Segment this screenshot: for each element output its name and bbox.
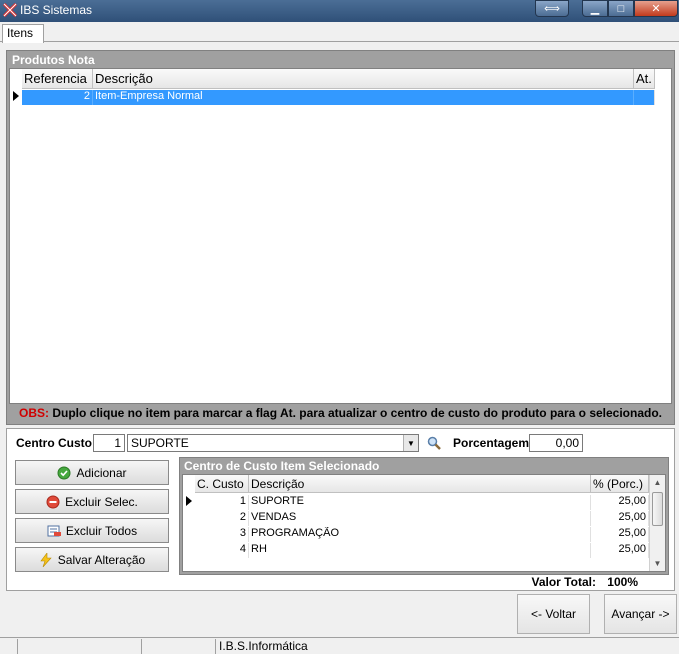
row-codigo: 4 bbox=[195, 543, 249, 558]
avancar-button[interactable]: Avançar -> bbox=[604, 594, 677, 634]
row-descricao: PROGRAMAÇÃO bbox=[249, 527, 591, 542]
tab-strip: Itens bbox=[0, 22, 679, 43]
close-button[interactable]: ✕ bbox=[634, 0, 678, 17]
centro-custo-section: Centro Custo 1 SUPORTE ▼ Porcentagem 0,0… bbox=[6, 428, 675, 591]
produtos-nota-caption: Produtos Nota bbox=[12, 53, 95, 67]
status-panel-2 bbox=[18, 639, 142, 654]
remove-circle-icon bbox=[46, 495, 60, 508]
table-row[interactable]: 3 PROGRAMAÇÃO 25,00 bbox=[195, 527, 649, 542]
porcentagem-label: Porcentagem bbox=[453, 436, 530, 450]
col-descricao[interactable]: Descrição bbox=[249, 475, 591, 492]
maximize-icon: □ bbox=[617, 2, 625, 15]
row-descricao: VENDAS bbox=[249, 511, 591, 526]
table-row[interactable]: 4 RH 25,00 bbox=[195, 543, 649, 558]
col-descricao[interactable]: Descrição bbox=[93, 69, 634, 88]
table-row[interactable]: 2 VENDAS 25,00 bbox=[195, 511, 649, 526]
excluir-todos-label: Excluir Todos bbox=[65, 523, 138, 538]
minimize-icon: ▁ bbox=[590, 3, 600, 15]
status-panel-1 bbox=[0, 639, 18, 654]
app-icon bbox=[3, 3, 17, 17]
row-descricao: RH bbox=[249, 543, 591, 558]
produtos-nota-panel: Produtos Nota Referencia Descrição At. 2… bbox=[6, 50, 675, 425]
centro-custo-label: Centro Custo bbox=[16, 436, 92, 450]
salvar-alteracao-label: Salvar Alteração bbox=[57, 552, 146, 567]
row-porc: 25,00 bbox=[591, 543, 649, 558]
status-panel-3 bbox=[142, 639, 216, 654]
title-bar: IBS Sistemas ⟺ ▁ □ ✕ bbox=[0, 0, 679, 22]
status-bar: I.B.S.Informática bbox=[0, 637, 679, 654]
col-referencia[interactable]: Referencia bbox=[22, 69, 93, 88]
centros-grid[interactable]: C. Custo Descrição % (Porc.) 1 SUPORTE 2… bbox=[182, 474, 666, 572]
centros-grid-header: C. Custo Descrição % (Porc.) bbox=[195, 475, 649, 493]
lightning-icon bbox=[40, 552, 52, 567]
voltar-button[interactable]: <- Voltar bbox=[517, 594, 590, 634]
obs-note: OBS: Duplo clique no item para marcar a … bbox=[19, 406, 662, 420]
col-c-custo[interactable]: C. Custo bbox=[195, 475, 249, 492]
scroll-up-icon[interactable]: ▲ bbox=[650, 475, 665, 490]
adicionar-button[interactable]: Adicionar bbox=[15, 460, 169, 485]
scroll-down-icon[interactable]: ▼ bbox=[650, 556, 665, 571]
resize-button[interactable]: ⟺ bbox=[535, 0, 569, 17]
table-row[interactable]: 2 Item-Empresa Normal bbox=[22, 90, 655, 105]
excluir-selec-button[interactable]: Excluir Selec. bbox=[15, 489, 169, 514]
delete-list-icon bbox=[47, 525, 61, 536]
search-icon[interactable] bbox=[427, 436, 441, 450]
tab-itens[interactable]: Itens bbox=[2, 24, 44, 43]
resize-arrows-icon: ⟺ bbox=[544, 3, 560, 15]
excluir-todos-button[interactable]: Excluir Todos bbox=[15, 518, 169, 543]
excluir-selec-label: Excluir Selec. bbox=[65, 494, 138, 509]
valor-total-value: 100% bbox=[607, 575, 638, 589]
dropdown-arrow-icon[interactable]: ▼ bbox=[403, 435, 418, 451]
centro-custo-item-caption: Centro de Custo Item Selecionado bbox=[184, 459, 380, 473]
row-codigo: 1 bbox=[195, 495, 249, 510]
produtos-grid-header: Referencia Descrição At. bbox=[22, 69, 655, 89]
vertical-scrollbar[interactable]: ▲ ▼ bbox=[649, 475, 665, 571]
check-circle-icon bbox=[57, 466, 71, 479]
row-codigo: 2 bbox=[195, 511, 249, 526]
row-porc: 25,00 bbox=[591, 511, 649, 526]
obs-text: Duplo clique no item para marcar a flag … bbox=[49, 406, 663, 420]
centro-custo-item-panel: Centro de Custo Item Selecionado C. Cust… bbox=[179, 457, 669, 575]
salvar-alteracao-button[interactable]: Salvar Alteração bbox=[15, 547, 169, 572]
close-icon: ✕ bbox=[651, 3, 661, 15]
current-row-indicator-icon bbox=[186, 496, 192, 506]
col-porc[interactable]: % (Porc.) bbox=[591, 475, 649, 492]
centro-custo-code-input[interactable]: 1 bbox=[93, 434, 125, 452]
row-referencia: 2 bbox=[22, 90, 93, 105]
row-descricao: Item-Empresa Normal bbox=[93, 90, 634, 105]
row-codigo: 3 bbox=[195, 527, 249, 542]
row-porc: 25,00 bbox=[591, 495, 649, 510]
minimize-button[interactable]: ▁ bbox=[582, 0, 608, 17]
valor-total: Valor Total: 100% bbox=[532, 575, 639, 589]
row-descricao: SUPORTE bbox=[249, 495, 591, 510]
produtos-grid[interactable]: Referencia Descrição At. 2 Item-Empresa … bbox=[9, 68, 672, 404]
row-at[interactable] bbox=[634, 90, 655, 105]
status-company: I.B.S.Informática bbox=[219, 639, 308, 653]
row-porc: 25,00 bbox=[591, 527, 649, 542]
adicionar-label: Adicionar bbox=[76, 465, 127, 480]
centro-custo-select-value: SUPORTE bbox=[131, 436, 189, 450]
window-title: IBS Sistemas bbox=[20, 3, 93, 17]
current-row-indicator-icon bbox=[13, 91, 19, 101]
maximize-button[interactable]: □ bbox=[608, 0, 634, 17]
scroll-thumb[interactable] bbox=[652, 492, 663, 526]
obs-prefix: OBS: bbox=[19, 406, 49, 420]
valor-total-label: Valor Total: bbox=[531, 575, 596, 589]
col-at[interactable]: At. bbox=[634, 69, 655, 88]
table-row[interactable]: 1 SUPORTE 25,00 bbox=[195, 495, 649, 510]
centro-custo-select[interactable]: SUPORTE ▼ bbox=[127, 434, 419, 452]
porcentagem-input[interactable]: 0,00 bbox=[529, 434, 583, 452]
